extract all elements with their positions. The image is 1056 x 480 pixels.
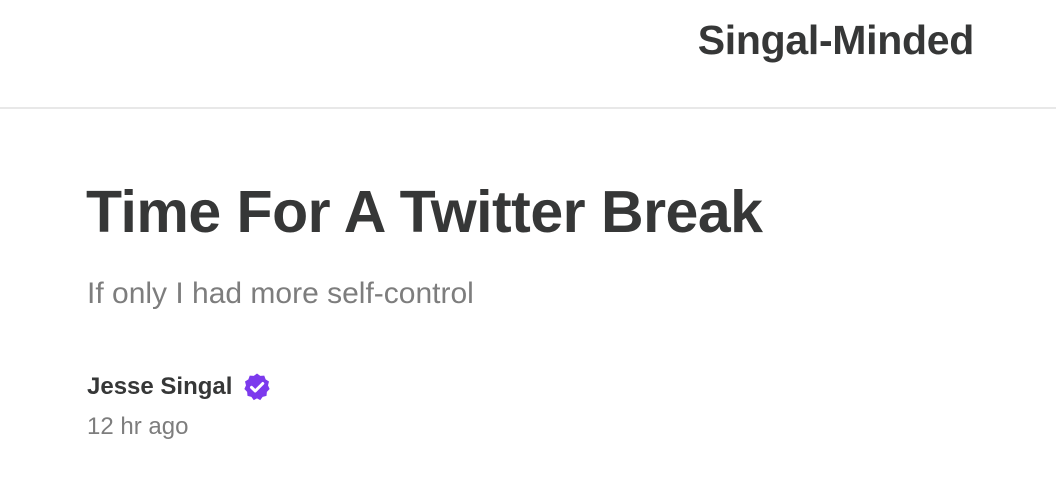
verified-badge-icon [242, 372, 272, 402]
author-name-link[interactable]: Jesse Singal [87, 370, 232, 404]
post-subtitle: If only I had more self-control [87, 277, 474, 310]
post-timestamp: 12 hr ago [87, 413, 189, 440]
post-title: Time For A Twitter Break [86, 179, 763, 245]
post-byline: Jesse Singal [87, 370, 272, 404]
publication-name-link[interactable]: Singal-Minded [698, 16, 975, 64]
site-header: Singal-Minded [0, 0, 1056, 109]
